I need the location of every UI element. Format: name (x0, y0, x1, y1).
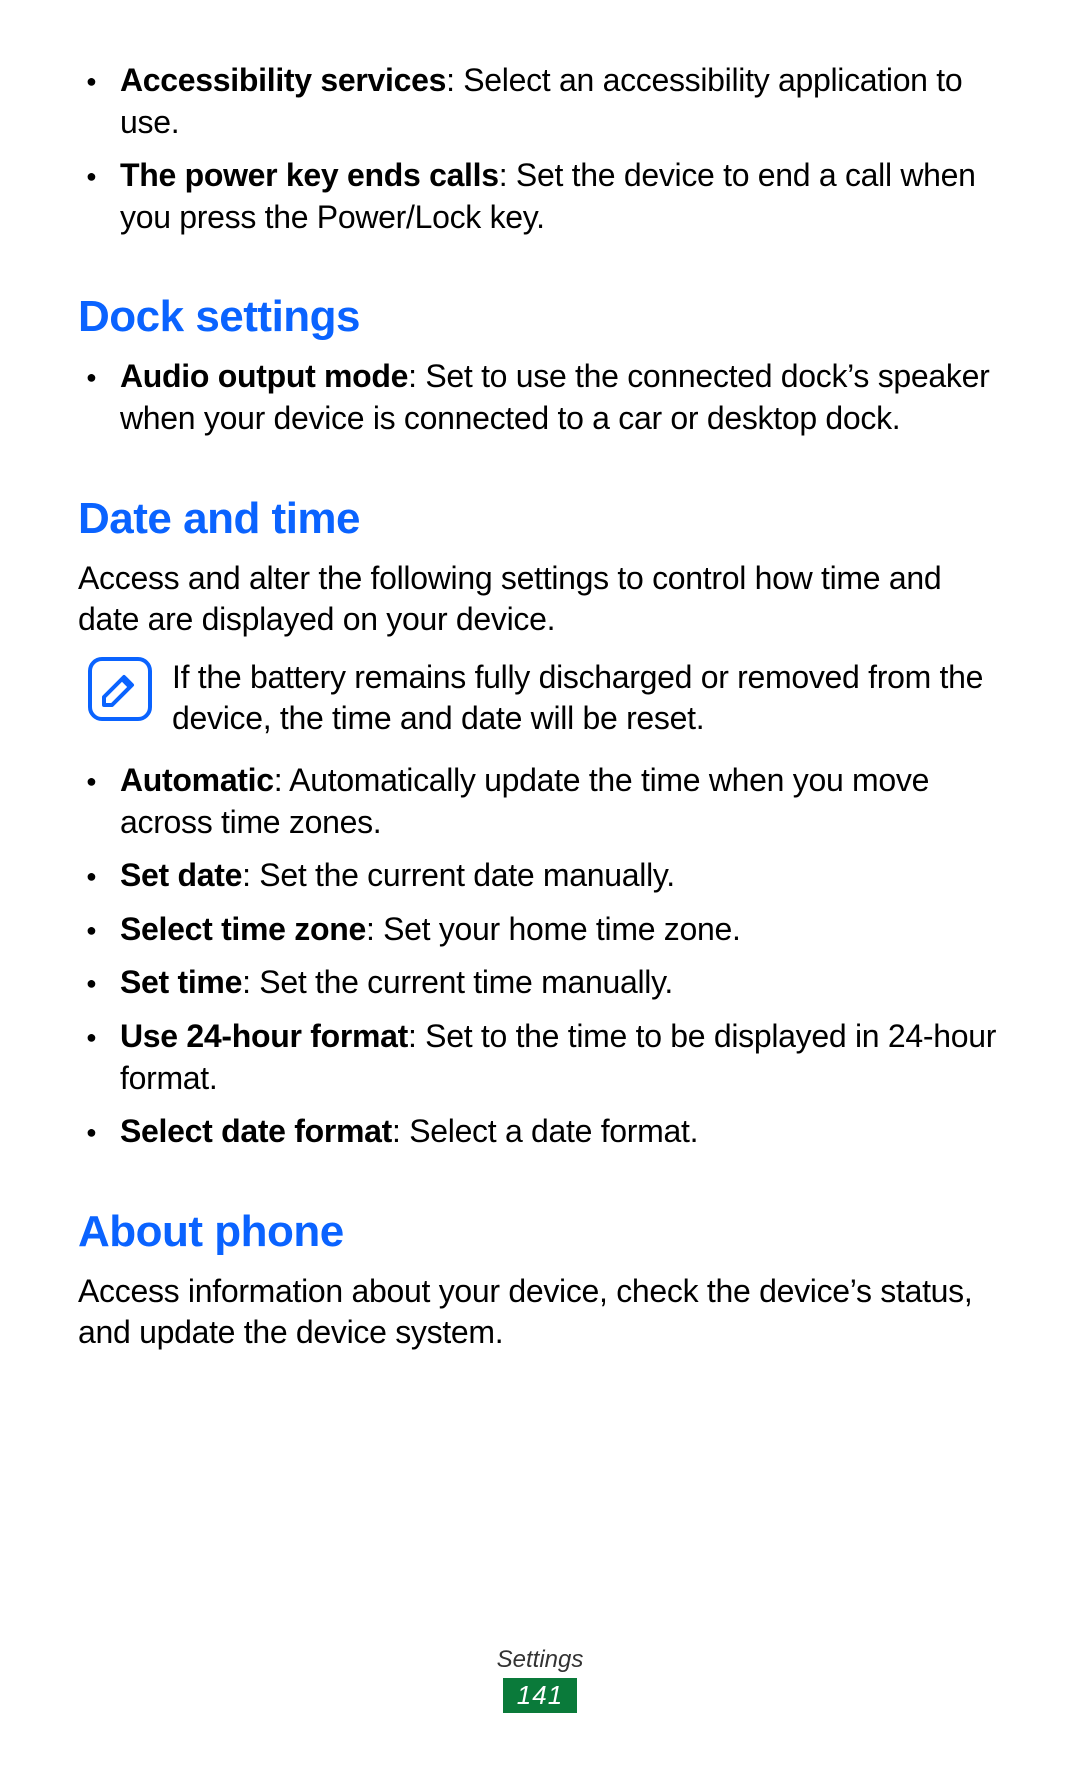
bullet-select-date-format: Select date format: Select a date format… (78, 1111, 1002, 1153)
footer-section-label: Settings (0, 1646, 1080, 1674)
heading-dock-settings: Dock settings (78, 292, 1002, 342)
bullet-set-date: Set date: Set the current date manually. (78, 855, 1002, 897)
bullet-label: Audio output mode (120, 358, 408, 394)
bullet-desc: : Set your home time zone. (366, 911, 741, 947)
bullet-use-24-hour-format: Use 24-hour format: Set to the time to b… (78, 1016, 1002, 1099)
bullet-label: Use 24-hour format (120, 1018, 408, 1054)
dock-bullet-list: Audio output mode: Set to use the connec… (78, 356, 1002, 439)
bullet-audio-output-mode: Audio output mode: Set to use the connec… (78, 356, 1002, 439)
bullet-label: Set time (120, 964, 242, 1000)
date-time-intro: Access and alter the following settings … (78, 558, 1002, 641)
bullet-label: Select time zone (120, 911, 366, 947)
bullet-desc: : Set the current date manually. (242, 857, 675, 893)
bullet-label: Set date (120, 857, 242, 893)
pencil-note-icon (98, 667, 142, 711)
note-text: If the battery remains fully discharged … (172, 657, 1002, 740)
bullet-automatic: Automatic: Automatically update the time… (78, 760, 1002, 843)
bullet-desc: : Select a date format. (392, 1113, 698, 1149)
note-row: If the battery remains fully discharged … (88, 657, 1002, 740)
bullet-select-time-zone: Select time zone: Set your home time zon… (78, 909, 1002, 951)
page-number: 141 (503, 1678, 577, 1713)
heading-about-phone: About phone (78, 1207, 1002, 1257)
bullet-desc: : Set the current time manually. (242, 964, 673, 1000)
bullet-set-time: Set time: Set the current time manually. (78, 962, 1002, 1004)
bullet-label: Select date format (120, 1113, 392, 1149)
datetime-bullet-list: Automatic: Automatically update the time… (78, 760, 1002, 1153)
bullet-power-key-ends-calls: The power key ends calls: Set the device… (78, 155, 1002, 238)
page-footer: Settings 141 (0, 1646, 1080, 1713)
bullet-accessibility-services: Accessibility services: Select an access… (78, 60, 1002, 143)
bullet-label: Automatic (120, 762, 274, 798)
note-icon (88, 657, 152, 721)
accessibility-bullet-list: Accessibility services: Select an access… (78, 60, 1002, 238)
about-phone-intro: Access information about your device, ch… (78, 1271, 1002, 1354)
bullet-label: Accessibility services (120, 62, 446, 98)
bullet-label: The power key ends calls (120, 157, 499, 193)
heading-date-and-time: Date and time (78, 494, 1002, 544)
manual-page: Accessibility services: Select an access… (0, 0, 1080, 1771)
